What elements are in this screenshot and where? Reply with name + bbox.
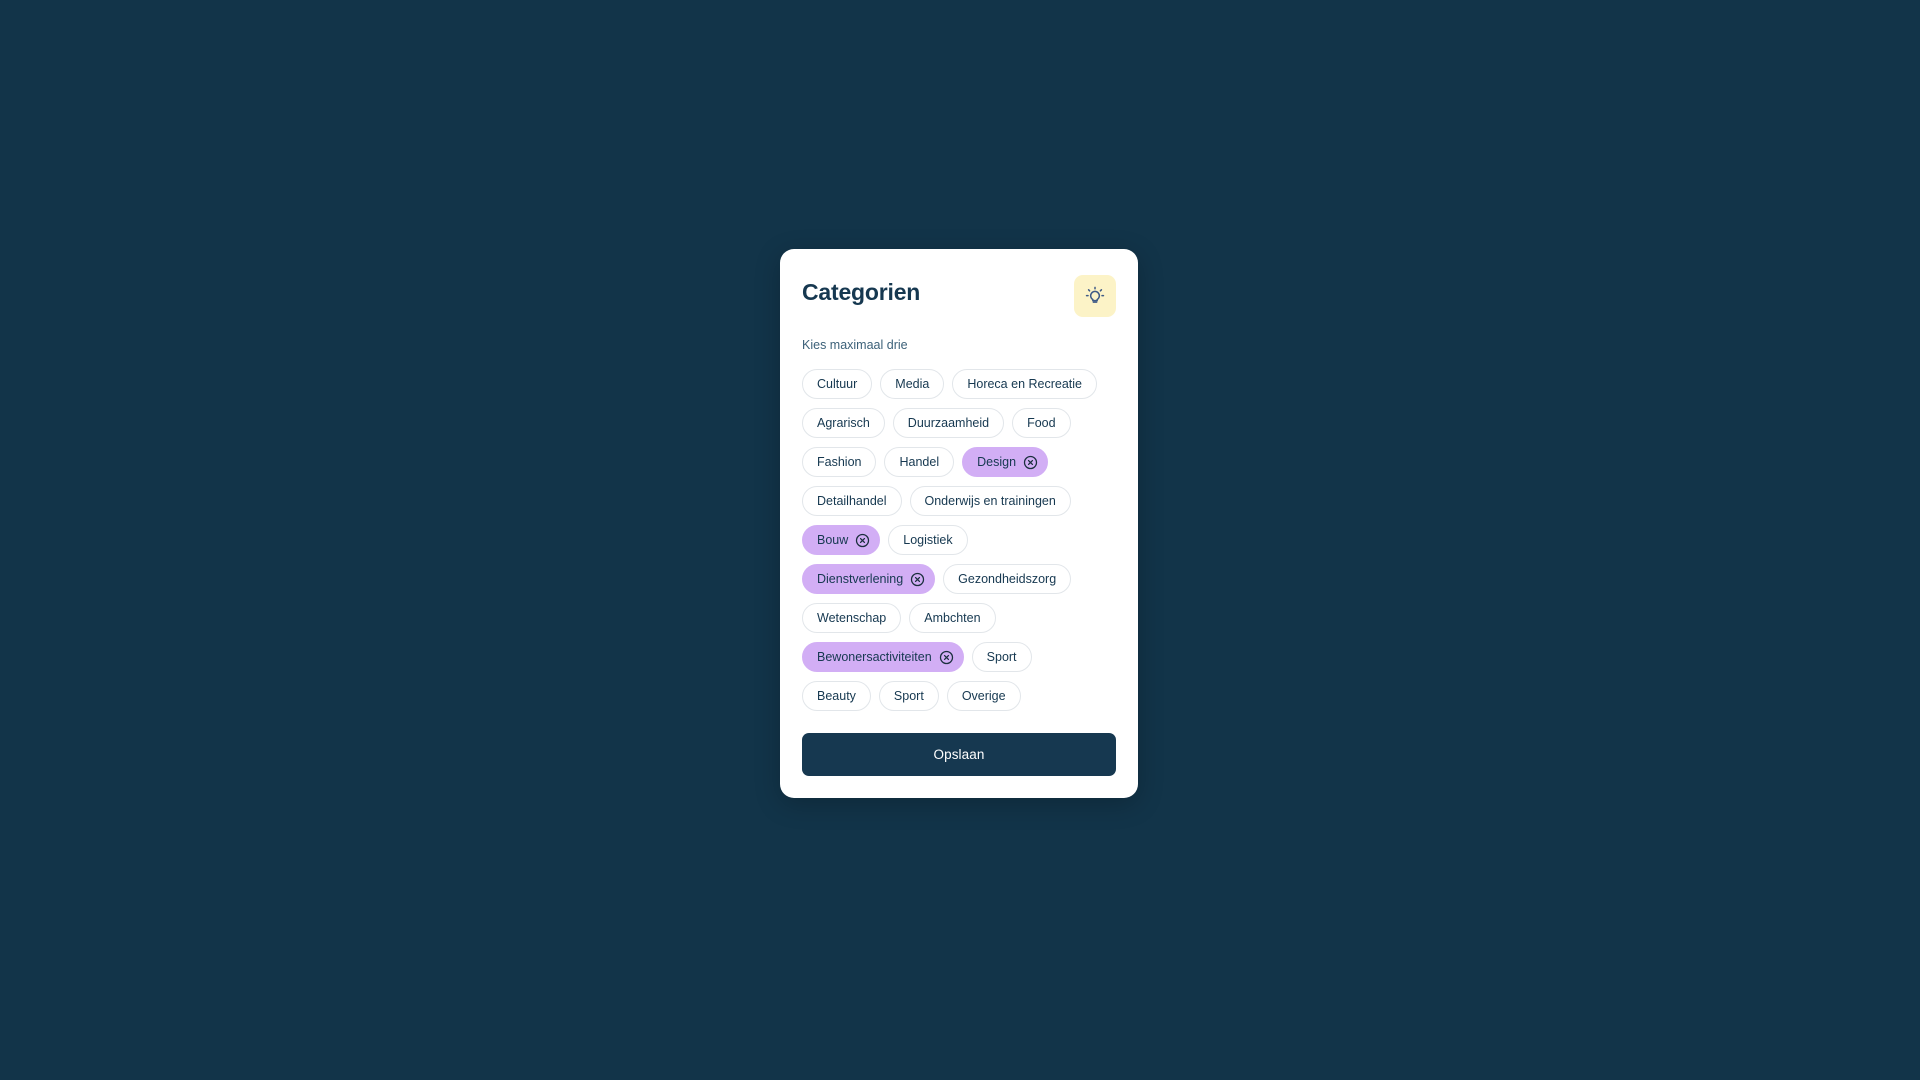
- category-tag[interactable]: Beauty: [802, 681, 871, 712]
- category-tag-label: Gezondheidszorg: [958, 572, 1057, 586]
- category-tag-label: Sport: [986, 650, 1017, 664]
- tag-row: Bewonersactiviteiten Sport: [802, 642, 1116, 673]
- category-tag-label: Horeca en Recreatie: [967, 377, 1082, 391]
- category-tag-label: Ambchten: [924, 611, 981, 625]
- category-tag[interactable]: Handel: [884, 447, 955, 478]
- category-tag-selected[interactable]: Bewonersactiviteiten: [802, 642, 964, 673]
- category-tag-label: Agrarisch: [817, 416, 870, 430]
- category-tag[interactable]: Onderwijs en trainingen: [909, 486, 1071, 517]
- tag-row: Wetenschap Ambchten: [802, 603, 1116, 634]
- category-tag[interactable]: Sport: [971, 642, 1032, 673]
- category-tag-selected[interactable]: Bouw: [802, 525, 881, 556]
- close-circle-icon[interactable]: [939, 650, 954, 665]
- category-tag[interactable]: Agrarisch: [802, 408, 885, 439]
- category-tag-label: Duurzaamheid: [907, 416, 990, 430]
- category-tag[interactable]: Duurzaamheid: [892, 408, 1005, 439]
- category-tag-label: Overige: [961, 689, 1006, 703]
- category-tag[interactable]: Cultuur: [802, 369, 873, 400]
- tag-row: Cultuur Media Horeca en Recreatie: [802, 369, 1116, 400]
- category-tag[interactable]: Detailhandel: [802, 486, 902, 517]
- category-tag-label: Bouw: [817, 533, 849, 547]
- category-tag[interactable]: Food: [1012, 408, 1071, 439]
- save-button[interactable]: Opslaan: [802, 733, 1116, 777]
- category-tag-label: Cultuur: [817, 377, 858, 391]
- category-tag[interactable]: Wetenschap: [802, 603, 902, 634]
- close-circle-icon[interactable]: [855, 533, 870, 548]
- category-tag-label: Logistiek: [903, 533, 953, 547]
- tag-row: Beauty Sport Overige: [802, 681, 1116, 712]
- lightbulb-icon: [1085, 286, 1105, 306]
- tag-row: Fashion Handel Design: [802, 447, 1116, 478]
- category-tag-label: Media: [895, 377, 930, 391]
- category-tag[interactable]: Gezondheidszorg: [943, 564, 1072, 595]
- category-tag[interactable]: Overige: [946, 681, 1021, 712]
- tag-row: Bouw Logistiek: [802, 525, 1116, 556]
- card-header: Categorien: [802, 275, 1116, 317]
- category-tag-label: Design: [977, 455, 1017, 469]
- category-tag-label: Food: [1027, 416, 1056, 430]
- category-tag-label: Sport: [893, 689, 924, 703]
- categories-card: Categorien Kies maximaal drie CultuurMe: [780, 249, 1138, 799]
- category-tag[interactable]: Logistiek: [888, 525, 968, 556]
- category-tag[interactable]: Sport: [878, 681, 939, 712]
- tag-row: Agrarisch Duurzaamheid Food: [802, 408, 1116, 439]
- tag-row: Detailhandel Onderwijs en trainingen: [802, 486, 1116, 517]
- category-tag[interactable]: Horeca en Recreatie: [952, 369, 1097, 400]
- category-tag-label: Wetenschap: [817, 611, 887, 625]
- hint-button[interactable]: [1074, 275, 1116, 317]
- category-tag-label: Fashion: [817, 455, 862, 469]
- category-tag-label: Detailhandel: [817, 494, 887, 508]
- category-tag-label: Beauty: [817, 689, 856, 703]
- category-tag-label: Handel: [899, 455, 940, 469]
- category-tag-label: Onderwijs en trainingen: [924, 494, 1056, 508]
- close-circle-icon[interactable]: [1023, 455, 1038, 470]
- selection-hint: Kies maximaal drie: [802, 338, 908, 352]
- category-tag[interactable]: Ambchten: [909, 603, 996, 634]
- page-title: Categorien: [802, 279, 921, 305]
- category-tag-list: Cultuur Media Horeca en Recreatie Agrarisch…: [802, 369, 1116, 712]
- category-tag[interactable]: Media: [880, 369, 945, 400]
- page-background: Categorien Kies maximaal drie CultuurMe: [0, 0, 1920, 1080]
- category-tag-selected[interactable]: Dienstverlening: [802, 564, 936, 595]
- category-tag-label: Dienstverlening: [817, 572, 904, 586]
- category-tag-selected[interactable]: Design: [962, 447, 1049, 478]
- category-tag[interactable]: Fashion: [802, 447, 877, 478]
- category-tag-label: Bewonersactiviteiten: [817, 650, 932, 664]
- close-circle-icon[interactable]: [910, 572, 925, 587]
- tag-row: Dienstverlening Gezondheidszorg: [802, 564, 1116, 595]
